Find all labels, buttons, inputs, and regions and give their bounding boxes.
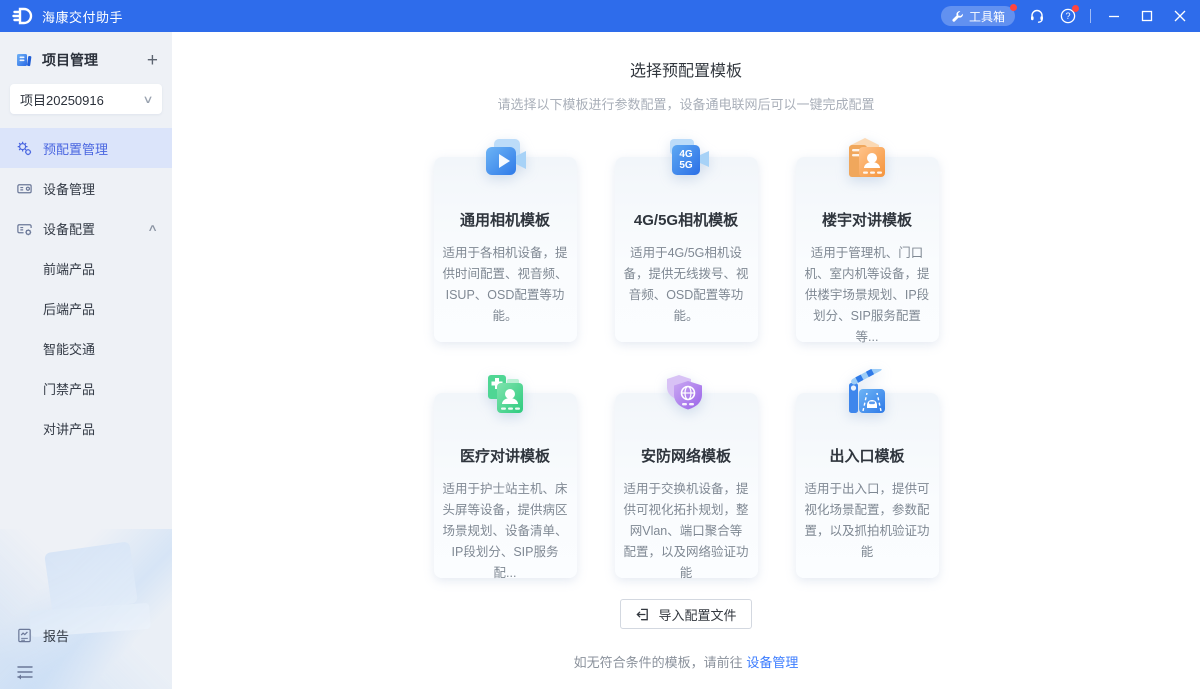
template-card-building-intercom[interactable]: 楼宇对讲模板 适用于管理机、门口机、室内机等设备，提供楼宇场景规划、IP段划分、… — [796, 157, 939, 342]
template-card-medical-intercom[interactable]: 医疗对讲模板 适用于护士站主机、床头屏等设备，提供病区场景规划、设备清单、IP段… — [434, 393, 577, 578]
sidebar-subitem-frontend[interactable]: 前端产品 — [0, 248, 172, 288]
maximize-button[interactable] — [1137, 6, 1157, 26]
sidebar-subitem-label: 对讲产品 — [43, 419, 95, 438]
chevron-up-icon: ∧ — [147, 223, 158, 234]
card-description: 适用于交换机设备，提供可视化拓扑规划，整网Vlan、端口聚合等配置，以及网络验证… — [624, 479, 749, 584]
sidebar-item-label: 设备配置 — [43, 219, 95, 238]
toolbox-badge — [1010, 4, 1017, 11]
help-badge — [1072, 5, 1079, 12]
device-management-link[interactable]: 设备管理 — [746, 655, 798, 670]
wrench-icon — [951, 10, 964, 23]
import-config-button[interactable]: 导入配置文件 — [620, 599, 751, 629]
security-network-icon — [658, 369, 714, 425]
template-card-security-network[interactable]: 安防网络模板 适用于交换机设备，提供可视化拓扑规划，整网Vlan、端口聚合等配置… — [615, 393, 758, 578]
building-intercom-icon — [839, 133, 895, 189]
add-project-button[interactable]: + — [147, 51, 158, 70]
svg-text:5G: 5G — [679, 160, 693, 171]
card-description: 适用于管理机、门口机、室内机等设备，提供楼宇场景规划、IP段划分、SIP服务配置… — [805, 243, 930, 348]
support-headset-icon[interactable] — [1028, 7, 1046, 25]
device-icon — [16, 180, 33, 197]
device-config-icon — [16, 220, 33, 237]
chevron-down-icon: ∨ — [142, 93, 153, 106]
entrance-exit-icon — [839, 369, 895, 425]
project-select[interactable]: 项目20250916 ∨ — [10, 84, 162, 114]
project-section-header: 项目管理 + — [0, 44, 172, 76]
project-icon — [14, 50, 34, 70]
template-card-entrance-exit[interactable]: 出入口模板 适用于出入口，提供可视化场景配置，参数配置，以及抓拍机验证功能 — [796, 393, 939, 578]
4g5g-camera-icon: 4G 5G — [658, 133, 714, 189]
sidebar-item-preconfig[interactable]: 预配置管理 — [0, 128, 172, 168]
import-icon — [635, 607, 650, 622]
sidebar-subitem-traffic[interactable]: 智能交通 — [0, 328, 172, 368]
sidebar-item-label: 报告 — [43, 626, 69, 645]
sidebar-item-report[interactable]: 报告 — [0, 615, 172, 655]
project-select-value: 项目20250916 — [20, 90, 104, 109]
project-section-title: 项目管理 — [42, 50, 98, 70]
template-card-generic-camera[interactable]: 通用相机模板 适用于各相机设备，提供时间配置、视音频、ISUP、OSD配置等功能… — [434, 157, 577, 342]
gears-icon — [16, 140, 33, 157]
sidebar-item-label: 预配置管理 — [43, 139, 108, 158]
sidebar: 项目管理 + 项目20250916 ∨ 预配置管理 — [0, 32, 172, 689]
collapse-sidebar-icon[interactable] — [16, 664, 34, 680]
medical-intercom-icon — [477, 369, 533, 425]
import-button-label: 导入配置文件 — [658, 605, 736, 624]
template-card-grid: 通用相机模板 适用于各相机设备，提供时间配置、视音频、ISUP、OSD配置等功能… — [434, 157, 939, 578]
app-logo-icon — [12, 5, 34, 27]
sidebar-item-device-config[interactable]: 设备配置 ∧ — [0, 208, 172, 248]
footer-text: 如无符合条件的模板，请前往 — [574, 655, 743, 670]
template-card-4g5g-camera[interactable]: 4G 5G 4G/5G相机模板 适用于4G/5G相机设备，提供无线拨号、视音频、… — [615, 157, 758, 342]
toolbox-button[interactable]: 工具箱 — [941, 6, 1015, 26]
svg-text:?: ? — [1065, 11, 1070, 21]
sidebar-subitem-label: 后端产品 — [43, 299, 95, 318]
sidebar-subitem-access[interactable]: 门禁产品 — [0, 368, 172, 408]
titlebar: 海康交付助手 工具箱 ? — [0, 0, 1200, 32]
sidebar-item-label: 设备管理 — [43, 179, 95, 198]
generic-camera-icon — [477, 133, 533, 189]
sidebar-subitem-intercom[interactable]: 对讲产品 — [0, 408, 172, 448]
card-description: 适用于4G/5G相机设备，提供无线拨号、视音频、OSD配置等功能。 — [624, 243, 749, 327]
page-subtitle: 请选择以下模板进行参数配置，设备通电联网后可以一键完成配置 — [172, 94, 1200, 113]
card-description: 适用于护士站主机、床头屏等设备，提供病区场景规划、设备清单、IP段划分、SIP服… — [443, 479, 568, 584]
app-title: 海康交付助手 — [42, 7, 123, 26]
minimize-button[interactable] — [1104, 6, 1124, 26]
toolbox-label: 工具箱 — [969, 8, 1005, 25]
close-button[interactable] — [1170, 6, 1190, 26]
sidebar-subitem-label: 智能交通 — [43, 339, 95, 358]
card-description: 适用于出入口，提供可视化场景配置，参数配置，以及抓拍机验证功能 — [805, 479, 930, 563]
report-icon — [16, 627, 33, 644]
page-title: 选择预配置模板 — [172, 57, 1200, 81]
sidebar-subitem-label: 前端产品 — [43, 259, 95, 278]
main-content: 选择预配置模板 请选择以下模板进行参数配置，设备通电联网后可以一键完成配置 通用… — [172, 32, 1200, 689]
card-description: 适用于各相机设备，提供时间配置、视音频、ISUP、OSD配置等功能。 — [443, 243, 568, 327]
sidebar-nav: 预配置管理 设备管理 设备配置 ∧ — [0, 128, 172, 448]
titlebar-divider — [1090, 9, 1091, 23]
help-icon[interactable]: ? — [1059, 7, 1077, 25]
svg-text:4G: 4G — [679, 149, 693, 160]
sidebar-subitem-backend[interactable]: 后端产品 — [0, 288, 172, 328]
sidebar-subitem-label: 门禁产品 — [43, 379, 95, 398]
sidebar-item-device-mgmt[interactable]: 设备管理 — [0, 168, 172, 208]
footer-note: 如无符合条件的模板，请前往 设备管理 — [172, 652, 1200, 671]
